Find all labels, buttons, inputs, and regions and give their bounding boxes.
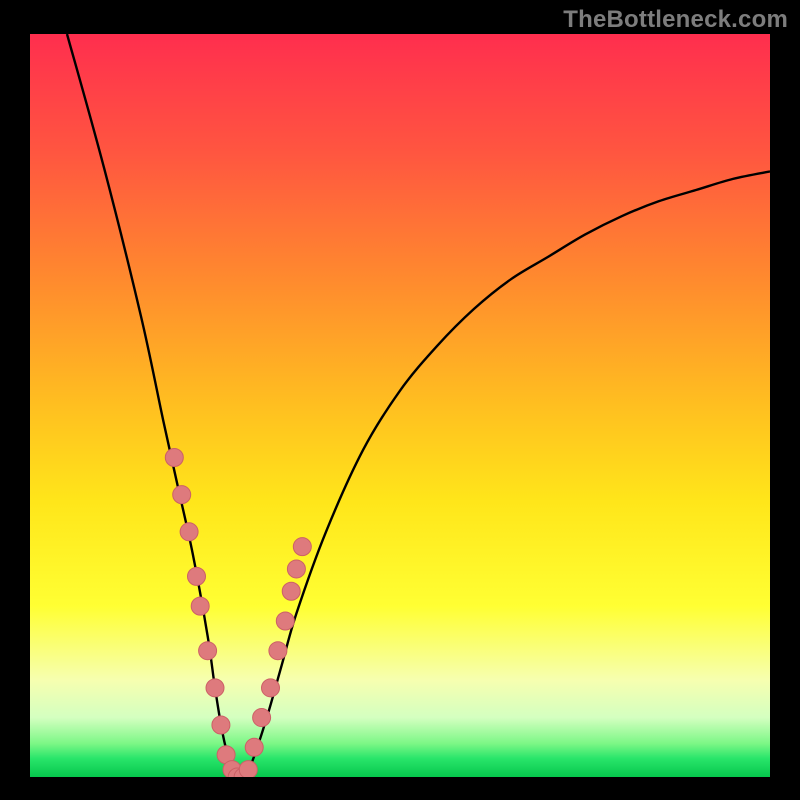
marker-point	[253, 709, 271, 727]
marker-point	[206, 679, 224, 697]
marker-point	[188, 567, 206, 585]
chart-frame: TheBottleneck.com	[0, 0, 800, 800]
marker-point	[191, 597, 209, 615]
marker-point	[212, 716, 230, 734]
curve-layer	[30, 34, 770, 777]
plot-area	[30, 34, 770, 777]
highlight-markers	[165, 449, 311, 777]
marker-point	[199, 642, 217, 660]
marker-point	[287, 560, 305, 578]
marker-point	[239, 761, 257, 777]
marker-point	[269, 642, 287, 660]
watermark-text: TheBottleneck.com	[563, 6, 788, 34]
marker-point	[276, 612, 294, 630]
marker-point	[173, 486, 191, 504]
marker-point	[282, 582, 300, 600]
marker-point	[293, 538, 311, 556]
marker-point	[165, 449, 183, 467]
marker-point	[262, 679, 280, 697]
marker-point	[245, 738, 263, 756]
marker-point	[180, 523, 198, 541]
bottleneck-curve	[67, 34, 770, 777]
